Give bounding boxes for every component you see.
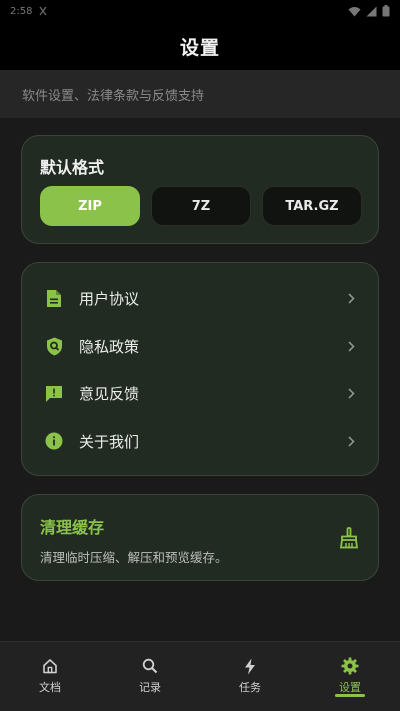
chevron-right-icon (346, 435, 356, 447)
notification-icon (39, 6, 48, 16)
bottom-nav: 文档 记录 任务 设置 (0, 641, 400, 711)
feedback-item[interactable]: 意见反馈 (22, 370, 378, 418)
format-option-7z[interactable]: 7Z (151, 186, 251, 226)
active-tab-indicator (335, 694, 365, 697)
nav-label-documents: 文档 (39, 681, 61, 694)
nav-item-settings[interactable]: 设置 (300, 642, 400, 711)
nav-label-tasks: 任务 (239, 681, 261, 694)
privacy-policy-item[interactable]: 隐私政策 (22, 323, 378, 371)
status-bar: 2:58 (0, 0, 400, 22)
format-option-targz[interactable]: TAR.GZ (262, 186, 362, 226)
about-us-label: 关于我们 (79, 432, 140, 451)
app-header: 设置 (0, 22, 400, 70)
default-format-title: 默认格式 (40, 158, 105, 177)
chevron-right-icon (346, 293, 356, 305)
feedback-label: 意见反馈 (79, 385, 140, 404)
nav-label-settings: 设置 (339, 681, 361, 694)
signal-icon (366, 6, 377, 16)
nav-item-documents[interactable]: 文档 (0, 642, 100, 711)
info-icon (44, 431, 64, 451)
nav-item-records[interactable]: 记录 (100, 642, 200, 711)
page-title: 设置 (179, 36, 220, 59)
chevron-right-icon (346, 388, 356, 400)
link-list: 用户协议 隐私政策 意见反馈 关于我们 (22, 275, 378, 465)
about-us-item[interactable]: 关于我们 (22, 418, 378, 466)
user-agreement-item[interactable]: 用户协议 (22, 275, 378, 323)
bolt-icon (241, 657, 259, 675)
search-icon (141, 657, 159, 675)
home-icon (41, 657, 59, 675)
gear-icon (341, 657, 359, 675)
status-time: 2:58 (10, 5, 33, 17)
format-option-zip[interactable]: ZIP (40, 186, 140, 226)
page-subtitle: 软件设置、法律条款与反馈支持 (22, 88, 205, 104)
shield-search-icon (44, 336, 64, 356)
nav-item-tasks[interactable]: 任务 (200, 642, 300, 711)
feedback-icon (44, 384, 64, 404)
default-format-card: 默认格式 ZIP 7Z TAR.GZ (21, 135, 379, 244)
battery-icon (382, 5, 390, 17)
user-agreement-label: 用户协议 (79, 290, 140, 309)
nav-label-records: 记录 (139, 681, 161, 694)
clear-cache-title: 清理缓存 (40, 518, 105, 537)
wifi-icon (348, 6, 361, 16)
document-icon (44, 289, 64, 309)
clear-cache-card[interactable]: 清理缓存 清理临时压缩、解压和预览缓存。 (21, 494, 379, 581)
links-card: 用户协议 隐私政策 意见反馈 关于我们 (21, 262, 379, 476)
clear-cache-description: 清理临时压缩、解压和预览缓存。 (40, 550, 228, 565)
broom-icon[interactable] (338, 527, 360, 549)
subtitle-bar: 软件设置、法律条款与反馈支持 (0, 70, 400, 118)
privacy-policy-label: 隐私政策 (79, 337, 140, 356)
chevron-right-icon (346, 340, 356, 352)
format-options: ZIP 7Z TAR.GZ (40, 186, 362, 226)
